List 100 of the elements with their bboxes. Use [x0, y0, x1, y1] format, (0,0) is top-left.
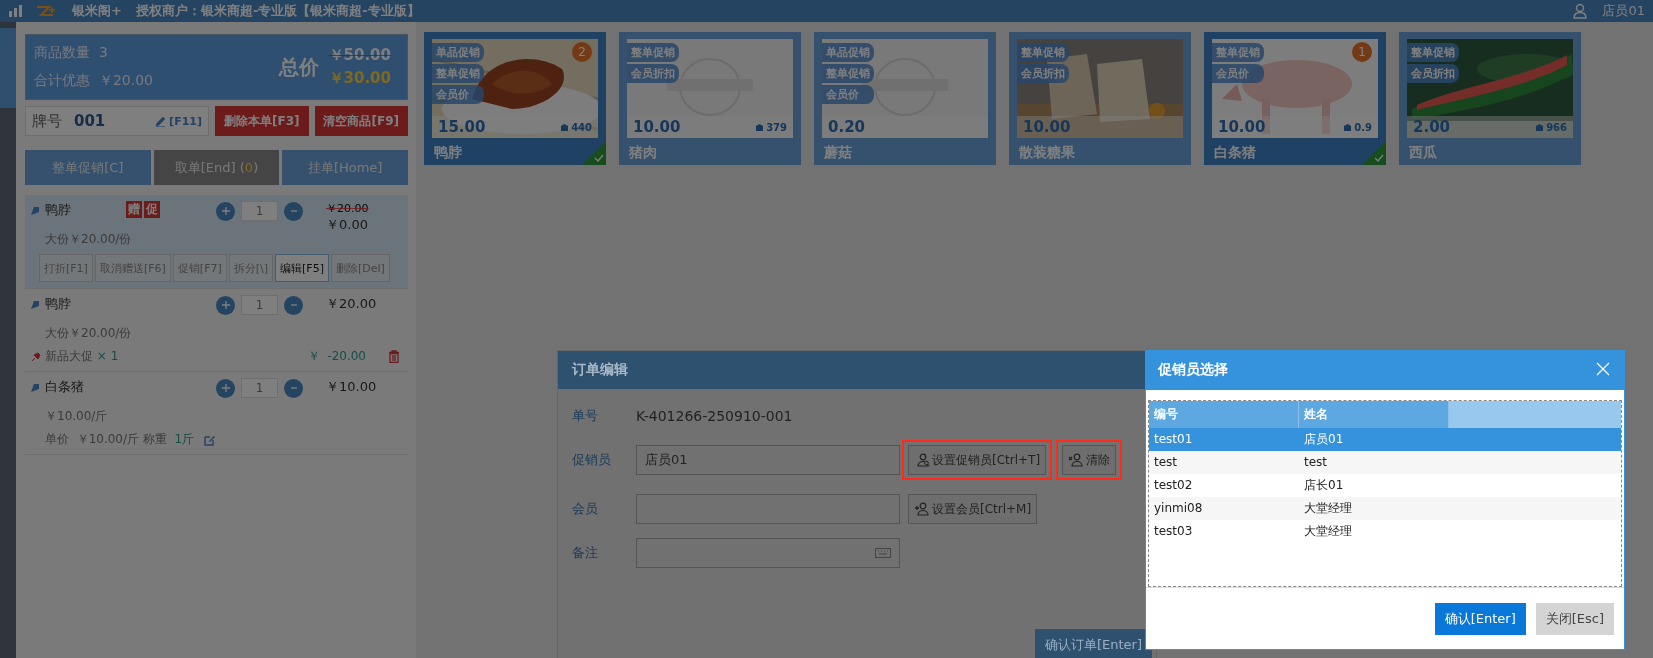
house-icon: [1535, 122, 1545, 132]
item-name: 鸭脖: [31, 201, 126, 219]
product-price: 2.00: [1413, 118, 1450, 136]
item-name: 鸭脖: [31, 295, 126, 313]
dialog-title: 促销员选择: [1158, 361, 1228, 380]
decrease-button[interactable]: [284, 201, 303, 221]
plus-icon: [221, 207, 230, 215]
promotion-label: 单品促销: [822, 43, 874, 62]
product-price: 0.20: [828, 118, 865, 136]
promo-name: 新品大促 × 1: [45, 348, 119, 365]
item-price: ￥0.00: [326, 216, 369, 234]
increase-button[interactable]: [216, 295, 235, 315]
dialog-button[interactable]: 设置促销员[Ctrl+T]: [908, 445, 1047, 475]
table-row[interactable]: test01 店员01: [1149, 427, 1621, 451]
promotion-label: 会员价: [822, 85, 874, 104]
table-row[interactable]: yinmi08 大堂经理: [1149, 496, 1621, 520]
promo-tag: 促: [144, 201, 160, 218]
input-field[interactable]: [636, 494, 900, 524]
edit-icon[interactable]: [204, 433, 217, 446]
input-field[interactable]: 店员01: [636, 445, 900, 475]
increase-button[interactable]: [216, 201, 235, 221]
tag-number: 001: [74, 112, 107, 130]
selected-check-icon: [582, 141, 606, 165]
table-cell-text: 大堂经理: [1303, 499, 1353, 517]
minus-icon: [289, 207, 298, 215]
table-cell-text: yinmi08: [1153, 501, 1204, 516]
tag-label: 牌号: [32, 111, 62, 131]
order-number: K-401266-250910-001: [636, 408, 793, 424]
product-card[interactable]: 整单促销 会员价 10.00 0.9 1 白条猪: [1204, 32, 1386, 165]
quantity-field[interactable]: 1: [241, 201, 278, 221]
item-count: 商品数量 3: [34, 44, 109, 62]
pin-icon: [31, 351, 41, 362]
tag-icon: [31, 299, 40, 309]
item-price: ￥10.00: [326, 378, 377, 396]
product-card[interactable]: 整单促销 会员折扣 2.00 966 西瓜: [1399, 32, 1581, 165]
dialog-button[interactable]: 设置会员[Ctrl+M]: [908, 494, 1038, 524]
house-icon: [755, 122, 765, 132]
product-card[interactable]: 整单促销 会员折扣 10.00 379 猪肉: [619, 32, 801, 165]
promotion-label: 整单促销: [1212, 43, 1264, 62]
edit-tag-button[interactable]: [F11]: [155, 114, 202, 128]
product-name: 鸭脖: [433, 143, 462, 162]
house-icon: [1343, 122, 1353, 132]
item-spec: 大份￥20.00/份: [44, 325, 133, 342]
stock-count: 379: [755, 121, 787, 133]
product-price: 15.00: [438, 118, 486, 136]
promo-amount: ￥ -20.00: [307, 348, 366, 365]
quantity-field[interactable]: 1: [241, 295, 278, 315]
plus-icon: [221, 301, 230, 309]
product-price: 10.00: [633, 118, 681, 136]
promotion-label: 会员价: [432, 85, 484, 104]
user-search-icon: [914, 453, 930, 467]
promotion-label: 整单促销: [1407, 43, 1459, 62]
increase-button[interactable]: [216, 378, 235, 398]
decrease-button[interactable]: [284, 295, 303, 315]
quantity-field[interactable]: 1: [241, 378, 278, 398]
product-card[interactable]: 整单促销 会员折扣 10.00 散装糖果: [1009, 32, 1191, 165]
user-remove-icon: [1068, 453, 1085, 467]
total-label: 总价: [278, 53, 319, 81]
item-action-button[interactable]: 编辑[F5]: [275, 254, 329, 282]
product-name: 白条猪: [1213, 143, 1256, 162]
stock-count: 440: [560, 121, 592, 133]
promotion-label: 会员折扣: [1017, 64, 1069, 83]
delete-order-button[interactable]: 删除本单[F3]: [215, 106, 309, 136]
product-card[interactable]: 单品促销 整单促销 会员价 15.00 440 2 鸭脖: [424, 32, 606, 165]
product-price: 10.00: [1023, 118, 1071, 136]
trash-icon[interactable]: [388, 350, 400, 363]
dialog-button[interactable]: 清除: [1062, 445, 1117, 475]
order-item[interactable]: 白条猪 1 ￥10.00 ￥10.00/斤 单价 ￥10.00/斤 称重 1斤: [25, 372, 408, 455]
clear-items-button[interactable]: 清空商品[F9]: [314, 106, 408, 136]
signal-icon: [8, 5, 22, 17]
product-card[interactable]: 单品促销 整单促销 会员价 0.20 蘑菇: [814, 32, 996, 165]
table-row[interactable]: test test: [1149, 450, 1621, 474]
table-cell-text: 店长01: [1303, 476, 1345, 494]
plus-icon: [221, 384, 230, 392]
tag-icon: [31, 205, 40, 215]
pencil-icon: [155, 115, 167, 127]
close-icon: [1596, 362, 1610, 377]
table-cell-text: 大堂经理: [1303, 522, 1353, 540]
confirm-button[interactable]: 确认[Enter]: [1434, 602, 1526, 635]
order-item[interactable]: 鸭脖 1 ￥20.00 大份￥20.00/份 新品大促 × 1 ￥ -20.00: [25, 289, 408, 372]
app-name: 银米阁+: [72, 2, 122, 20]
promotion-label: 会员折扣: [627, 64, 679, 83]
confirm-order-button[interactable]: 确认订单[Enter]: [1034, 629, 1152, 658]
table-cell-text: test02: [1153, 478, 1194, 493]
tag-icon: [31, 382, 40, 392]
promotion-label: 整单促销: [432, 64, 484, 83]
decrease-button[interactable]: [284, 378, 303, 398]
close-dialog-button[interactable]: 关闭[Esc]: [1535, 602, 1614, 635]
promotion-label: 整单促销: [822, 64, 874, 83]
field-label: 促销员: [572, 451, 612, 469]
item-spec: 大份￥20.00/份: [44, 231, 133, 248]
user-icon: [1572, 3, 1589, 19]
promotion-label: 会员价: [1212, 64, 1264, 83]
table-cell-text: test: [1153, 455, 1179, 470]
note-field[interactable]: [636, 538, 900, 568]
product-price: 10.00: [1218, 118, 1266, 136]
field-label: 备注: [572, 544, 599, 562]
item-spec: ￥10.00/斤: [44, 408, 109, 425]
weight-info: 单价 ￥10.00/斤 称重 1斤: [45, 431, 195, 448]
product-name: 散装糖果: [1018, 143, 1075, 162]
